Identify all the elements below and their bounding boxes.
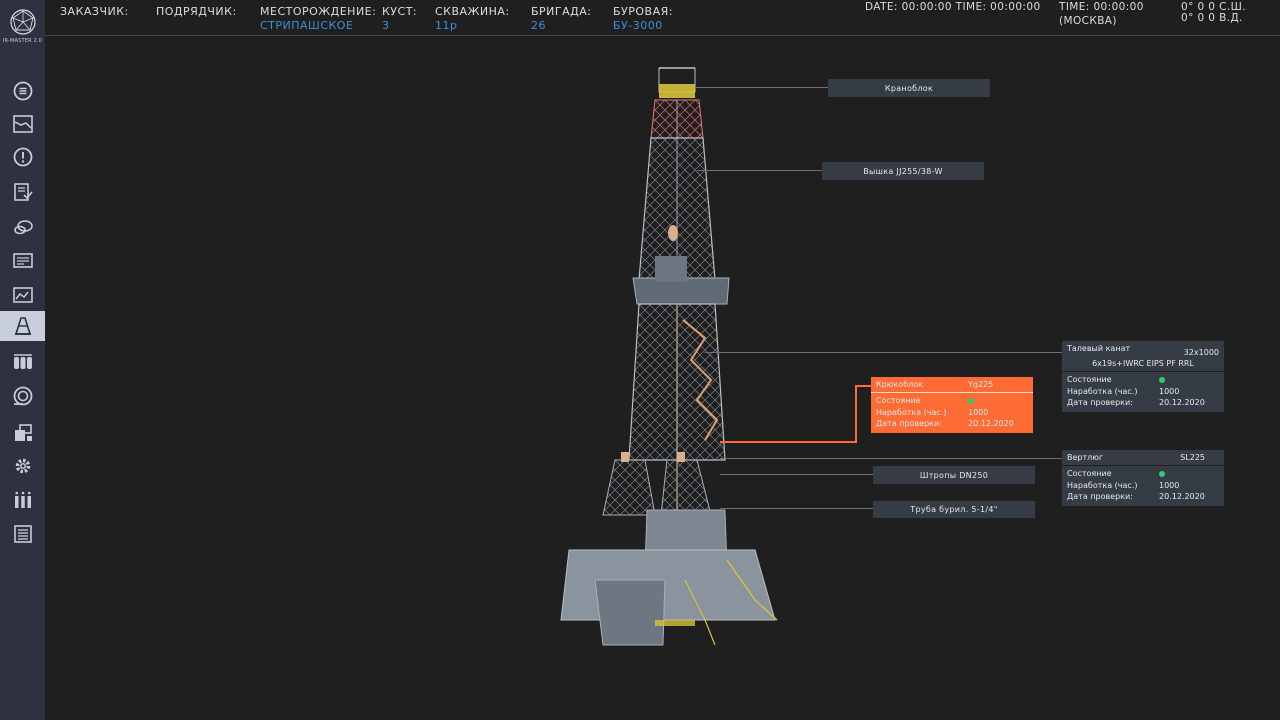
swivel-title: Вертлюг [1067, 453, 1104, 462]
rig-value[interactable]: БУ-3000 [613, 19, 663, 32]
logo[interactable]: IR-MASTER 2.0 [0, 8, 45, 44]
swivel-value: SL225 [1180, 453, 1205, 462]
list-icon [13, 81, 32, 101]
customer-label: ЗАКАЗЧИК: [60, 5, 129, 18]
nav-item-graph[interactable] [0, 280, 45, 310]
document-icon [13, 525, 32, 543]
hook-title: Крюкоблок [876, 380, 923, 389]
nav-item-columns[interactable] [0, 485, 45, 515]
rope-hours-label: Наработка (час.) [1067, 386, 1138, 396]
turbine-icon [13, 386, 32, 406]
crew-value[interactable]: 26 [531, 19, 546, 32]
hook-date-value: 20.12.2020 [968, 419, 1014, 429]
chart-icon [12, 115, 33, 133]
hook-card-header: Крюкоблок Yg225 [871, 377, 1033, 393]
moscow-label: (МОСКВА) [1059, 15, 1117, 27]
graph-icon [12, 287, 33, 303]
rope-card[interactable]: Талевый канат 32x1000 6x19s+IWRC EIPS PF… [1062, 341, 1224, 412]
hook-state-label: Состояние [876, 396, 921, 406]
hook-hours-label: Наработка (час.) [876, 407, 947, 417]
nav-item-rig[interactable] [0, 311, 45, 341]
crew-label: БРИГАДА: [531, 5, 592, 18]
gear-icon [15, 458, 30, 474]
rope-subtitle: 6x19s+IWRC EIPS PF RRL [1092, 359, 1194, 368]
top-bar: ЗАКАЗЧИК: ПОДРЯДЧИК: МЕСТОРОЖДЕНИЕ: СТРИ… [45, 0, 1280, 36]
hook-date-label: Дата проверки: [876, 419, 942, 429]
derrick-leader [697, 170, 822, 171]
pipe-leader [720, 508, 873, 509]
status-ok-icon [1159, 470, 1165, 477]
nav-item-list[interactable] [0, 76, 45, 106]
rope-date-value: 20.12.2020 [1159, 398, 1205, 408]
hook-card-body: Состояние Наработка (час.) 1000 Дата пров… [871, 393, 1033, 433]
field-value[interactable]: СТРИПАШСКОЕ [260, 19, 353, 32]
moscow-time: TIME: 00:00:00 [1059, 1, 1144, 13]
well-value[interactable]: 11р [435, 19, 457, 32]
nav-item-blocks[interactable] [0, 418, 45, 448]
crown-leader [695, 87, 828, 88]
report-icon [13, 183, 33, 201]
drilling-rig-illustration[interactable] [555, 60, 785, 650]
hook-block-card[interactable]: Крюкоблок Yg225 Состояние Наработка (час… [871, 377, 1033, 433]
rope-value: 32x1000 [1183, 348, 1219, 357]
nav-item-chat[interactable] [0, 213, 45, 243]
links-leader [720, 474, 873, 475]
logo-icon [9, 9, 36, 35]
datetime: DATE: 00:00:00 TIME: 00:00:00 [865, 1, 1041, 13]
sidebar: IR-MASTER 2.0 [0, 0, 45, 720]
hook-value: Yg225 [968, 380, 994, 389]
contractor-label: ПОДРЯДЧИК: [156, 5, 237, 18]
swivel-hours-value: 1000 [1159, 480, 1180, 490]
nav-item-document[interactable] [0, 519, 45, 549]
pad-value[interactable]: 3 [382, 19, 390, 32]
well-label: СКВАЖИНА: [435, 5, 510, 18]
chat-icon [13, 220, 33, 235]
nav-item-alert[interactable] [0, 142, 45, 172]
derrick-label[interactable]: Вышка JJ255/38-W [822, 162, 984, 180]
rope-date-label: Дата проверки: [1067, 398, 1133, 408]
hook-hours-value: 1000 [968, 407, 989, 417]
links-label[interactable]: Штропы DN250 [873, 466, 1035, 484]
swivel-date-label: Дата проверки: [1067, 492, 1133, 502]
blocks-icon [14, 424, 32, 441]
monitor-icon [12, 253, 33, 268]
swivel-card[interactable]: Вертлюг SL225 Состояние Наработка (час.)… [1062, 450, 1224, 506]
hook-leader-vertical [855, 385, 857, 443]
swivel-date-value: 20.12.2020 [1159, 492, 1205, 502]
crown-block-label[interactable]: Кранoблок [828, 79, 990, 97]
status-ok-icon [968, 397, 974, 404]
swivel-state-label: Состояние [1067, 469, 1112, 479]
rope-state-label: Состояние [1067, 375, 1112, 385]
nav-item-monitor[interactable] [0, 246, 45, 276]
rope-hours-value: 1000 [1159, 386, 1180, 396]
rig-label: БУРОВАЯ: [613, 5, 673, 18]
field-label: МЕСТОРОЖДЕНИЕ: [260, 5, 377, 18]
logo-text: IR-MASTER 2.0 [2, 38, 43, 44]
nav-item-report[interactable] [0, 177, 45, 207]
swivel-hours-label: Наработка (час.) [1067, 480, 1138, 490]
rig-icon [14, 317, 31, 335]
rope-leader [705, 352, 1062, 353]
status-ok-icon [1159, 376, 1165, 383]
nav-item-cylinders[interactable] [0, 346, 45, 376]
rope-card-header: Талевый канат 32x1000 6x19s+IWRC EIPS PF… [1062, 341, 1224, 372]
longitude: 0° 0 0 В.Д. [1181, 12, 1243, 24]
rope-title: Талевый канат [1067, 344, 1131, 353]
rope-card-body: Состояние Наработка (час.) 1000 Дата пров… [1062, 372, 1224, 412]
hook-leader-top [855, 385, 872, 387]
columns-icon [14, 491, 31, 508]
swivel-card-body: Состояние Наработка (час.) 1000 Дата пров… [1062, 466, 1224, 506]
cylinders-icon [13, 354, 32, 369]
nav-item-turbine[interactable] [0, 381, 45, 411]
pad-label: КУСТ: [382, 5, 418, 18]
swivel-card-header: Вертлюг SL225 [1062, 450, 1224, 466]
nav-item-settings[interactable] [0, 451, 45, 481]
alert-icon [13, 147, 32, 167]
hook-leader-bottom [720, 441, 857, 443]
swivel-leader [720, 458, 1062, 459]
drill-pipe-label[interactable]: Труба бурил. 5-1/4" [873, 501, 1035, 518]
nav-item-chart[interactable] [0, 109, 45, 139]
